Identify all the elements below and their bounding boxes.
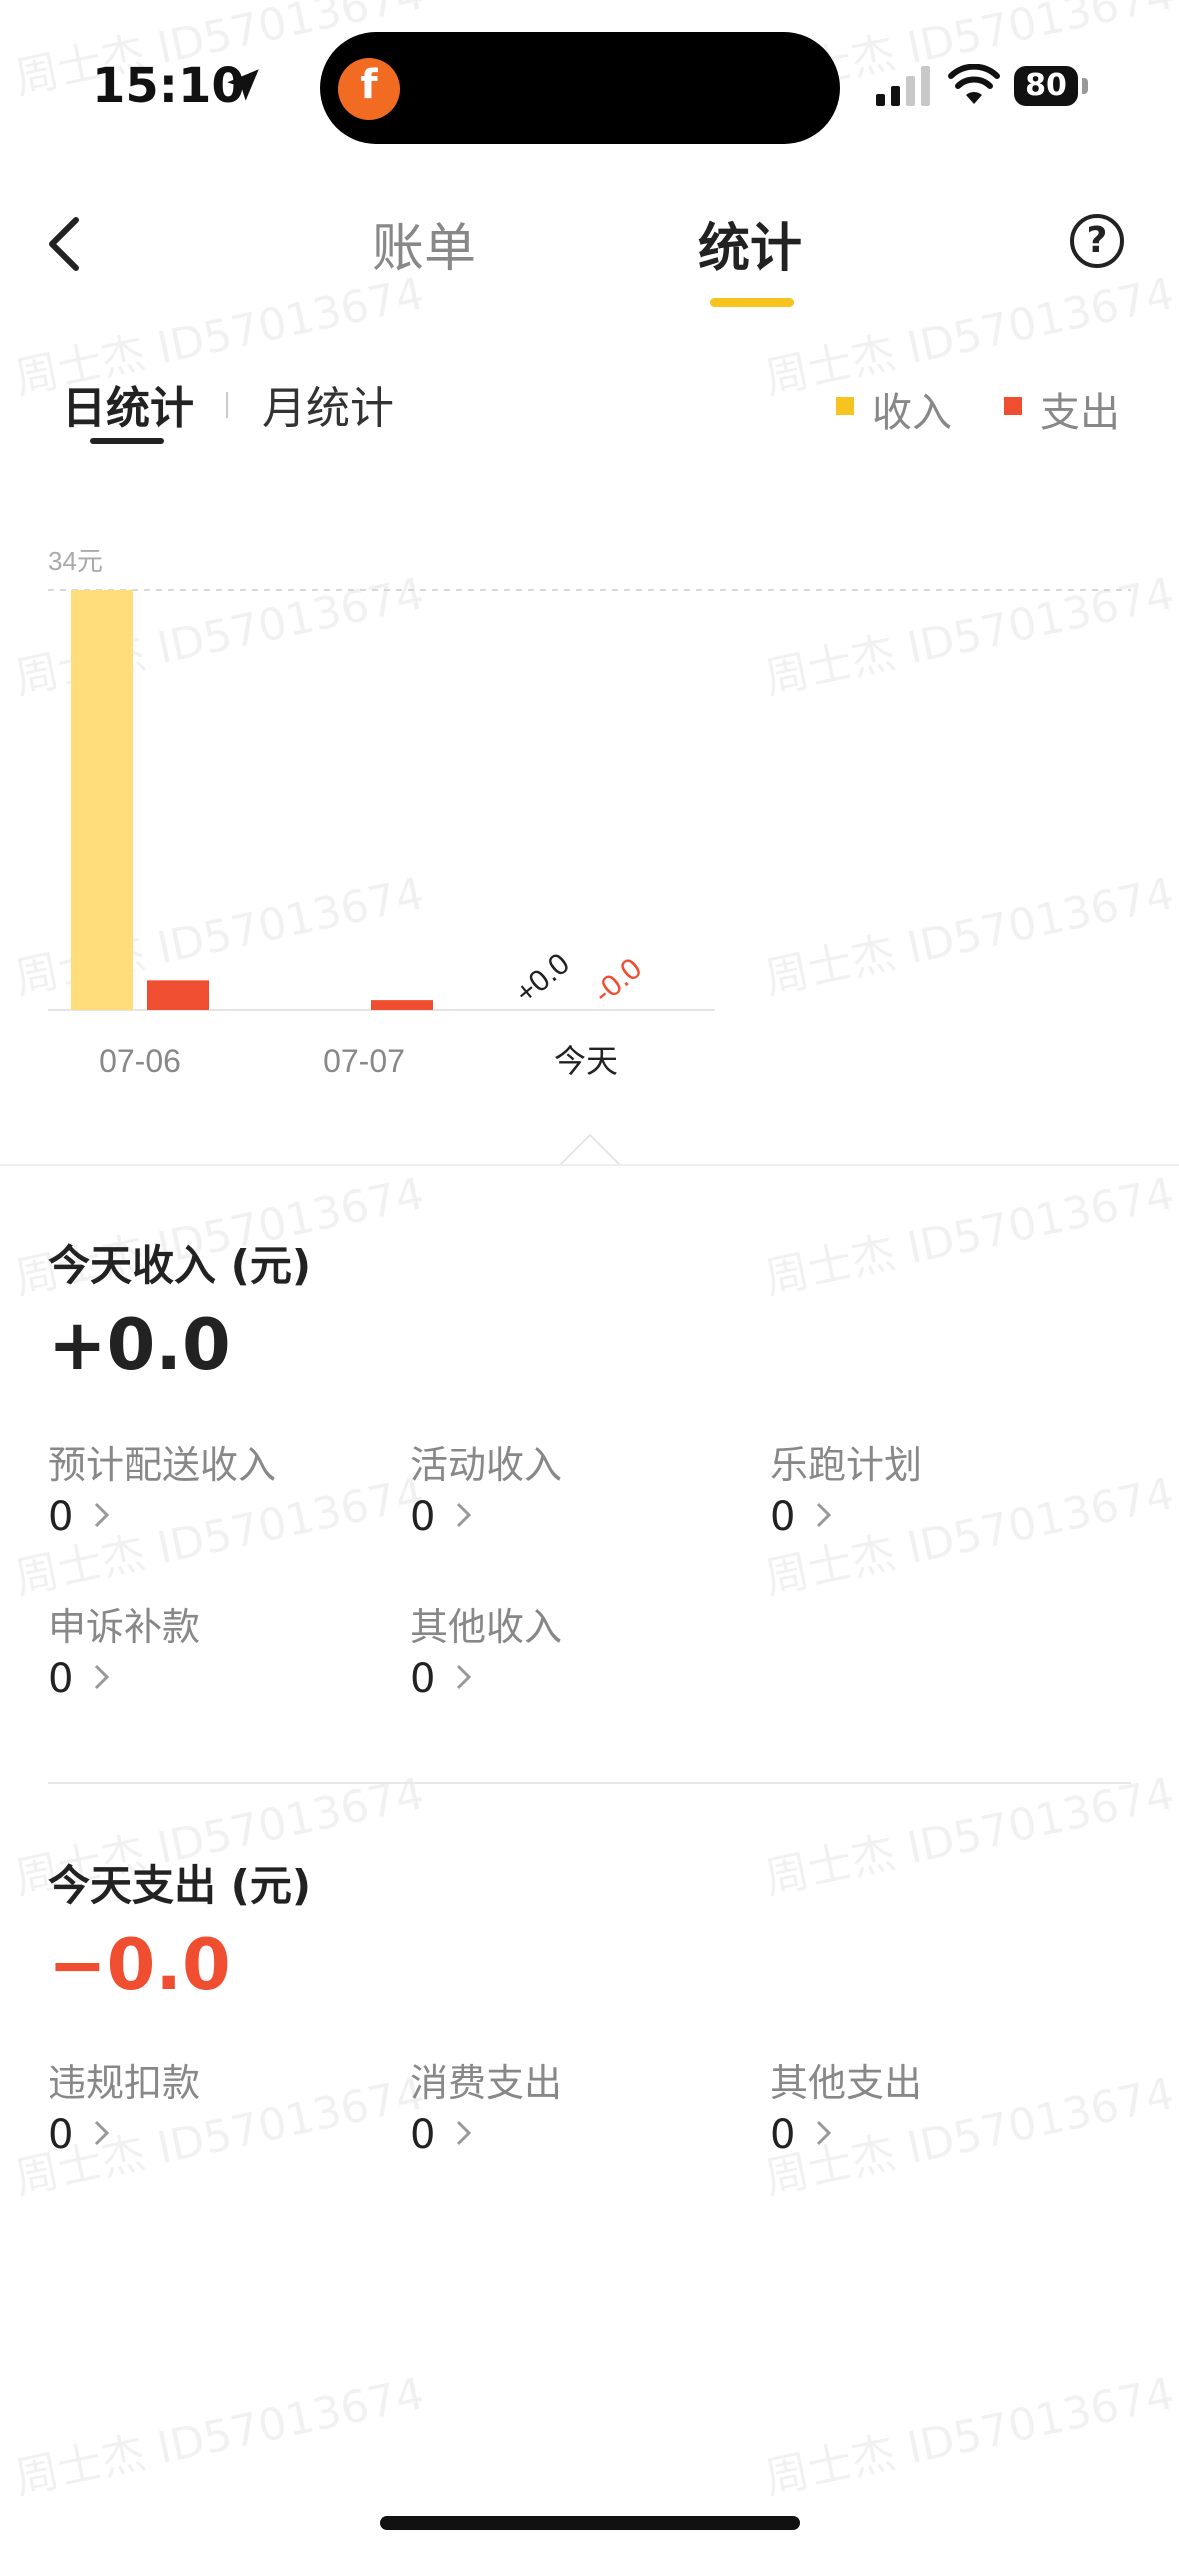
x-tick-label[interactable]: 07-06 — [99, 1043, 181, 1079]
watermark: 周士杰 ID57013674 — [10, 2368, 429, 2505]
expense-bar[interactable] — [147, 980, 209, 1010]
watermark: 周士杰 ID57013674 — [760, 1168, 1179, 1305]
expense-item-value: 0 — [48, 2112, 74, 2158]
income-item-label: 其他收入 — [410, 1605, 563, 1649]
expense-item-consumption[interactable]: 0 — [410, 2112, 473, 2158]
y-max-label: 34元 — [48, 546, 103, 576]
cellular-signal-icon — [876, 66, 930, 106]
chevron-right-icon — [456, 1664, 471, 1690]
chevron-right-icon — [94, 2120, 109, 2146]
expense-item-value: 0 — [770, 2112, 796, 2158]
subtab-monthly[interactable]: 月统计 — [262, 372, 394, 436]
income-item-value: 0 — [48, 1494, 74, 1540]
subtab-divider — [226, 392, 228, 418]
chart-divider — [0, 1164, 1179, 1166]
battery-indicator: 80 — [1014, 66, 1078, 106]
income-item-delivery[interactable]: 0 — [48, 1494, 111, 1540]
home-indicator[interactable] — [380, 2516, 800, 2530]
x-tick-label[interactable]: 今天 — [554, 1043, 618, 1079]
income-item-appeal[interactable]: 0 — [48, 1656, 111, 1702]
legend-expense-swatch — [1004, 397, 1022, 415]
legend-income-swatch — [836, 397, 854, 415]
income-item-label: 预计配送收入 — [48, 1443, 277, 1487]
help-icon[interactable]: ? — [1070, 214, 1124, 268]
legend-income-label: 收入 — [872, 390, 952, 436]
income-item-label: 乐跑计划 — [770, 1443, 923, 1487]
expense-bar[interactable] — [371, 1000, 433, 1010]
selected-day-pointer — [560, 1133, 620, 1166]
watermark: 周士杰 ID57013674 — [760, 2368, 1179, 2505]
wifi-icon — [948, 64, 1000, 104]
daily-bar-chart[interactable]: 34元 +0.0 -0.0 07-06 07-07 今天 — [0, 540, 1179, 1110]
chevron-right-icon — [94, 1502, 109, 1528]
expense-item-violation[interactable]: 0 — [48, 2112, 111, 2158]
location-arrow-icon — [227, 69, 259, 101]
expense-item-value: 0 — [410, 2112, 436, 2158]
chevron-right-icon — [456, 2120, 471, 2146]
expense-item-label: 其他支出 — [770, 2061, 923, 2105]
subtab-daily[interactable]: 日统计 — [62, 372, 194, 436]
income-bar[interactable] — [71, 590, 133, 1010]
income-item-label: 活动收入 — [410, 1443, 563, 1487]
tab-statistics[interactable]: 统计 — [698, 206, 802, 281]
income-item-label: 申诉补款 — [48, 1605, 201, 1649]
chevron-right-icon — [816, 2120, 831, 2146]
expense-total: −0.0 — [48, 1924, 231, 2006]
expense-item-label: 消费支出 — [410, 2061, 563, 2105]
chevron-right-icon — [456, 1502, 471, 1528]
battery-tip — [1082, 78, 1088, 94]
data-label-today-expense: -0.0 — [587, 952, 648, 1011]
back-arrow-icon[interactable] — [44, 214, 84, 274]
chevron-right-icon — [94, 1664, 109, 1690]
section-divider — [48, 1782, 1131, 1784]
chevron-right-icon — [816, 1502, 831, 1528]
active-tab-indicator — [710, 298, 794, 307]
expense-item-other[interactable]: 0 — [770, 2112, 833, 2158]
income-section-title: 今天收入 (元) — [48, 1241, 312, 1290]
watermark: 周士杰 ID57013674 — [760, 1768, 1179, 1905]
income-item-run-plan[interactable]: 0 — [770, 1494, 833, 1540]
income-item-value: 0 — [48, 1656, 74, 1702]
tab-bill[interactable]: 账单 — [372, 206, 476, 281]
income-item-value: 0 — [410, 1494, 436, 1540]
income-item-activity[interactable]: 0 — [410, 1494, 473, 1540]
income-item-other[interactable]: 0 — [410, 1656, 473, 1702]
legend-expense-label: 支出 — [1040, 390, 1120, 436]
expense-item-label: 违规扣款 — [48, 2061, 201, 2105]
income-total: +0.0 — [48, 1304, 231, 1386]
data-label-today-income: +0.0 — [509, 947, 576, 1010]
expense-section-title: 今天支出 (元) — [48, 1861, 312, 1910]
subtab-active-indicator — [90, 438, 164, 444]
income-item-value: 0 — [770, 1494, 796, 1540]
income-item-value: 0 — [410, 1656, 436, 1702]
app-live-activity-icon: f — [338, 58, 400, 120]
x-tick-label[interactable]: 07-07 — [323, 1043, 405, 1079]
